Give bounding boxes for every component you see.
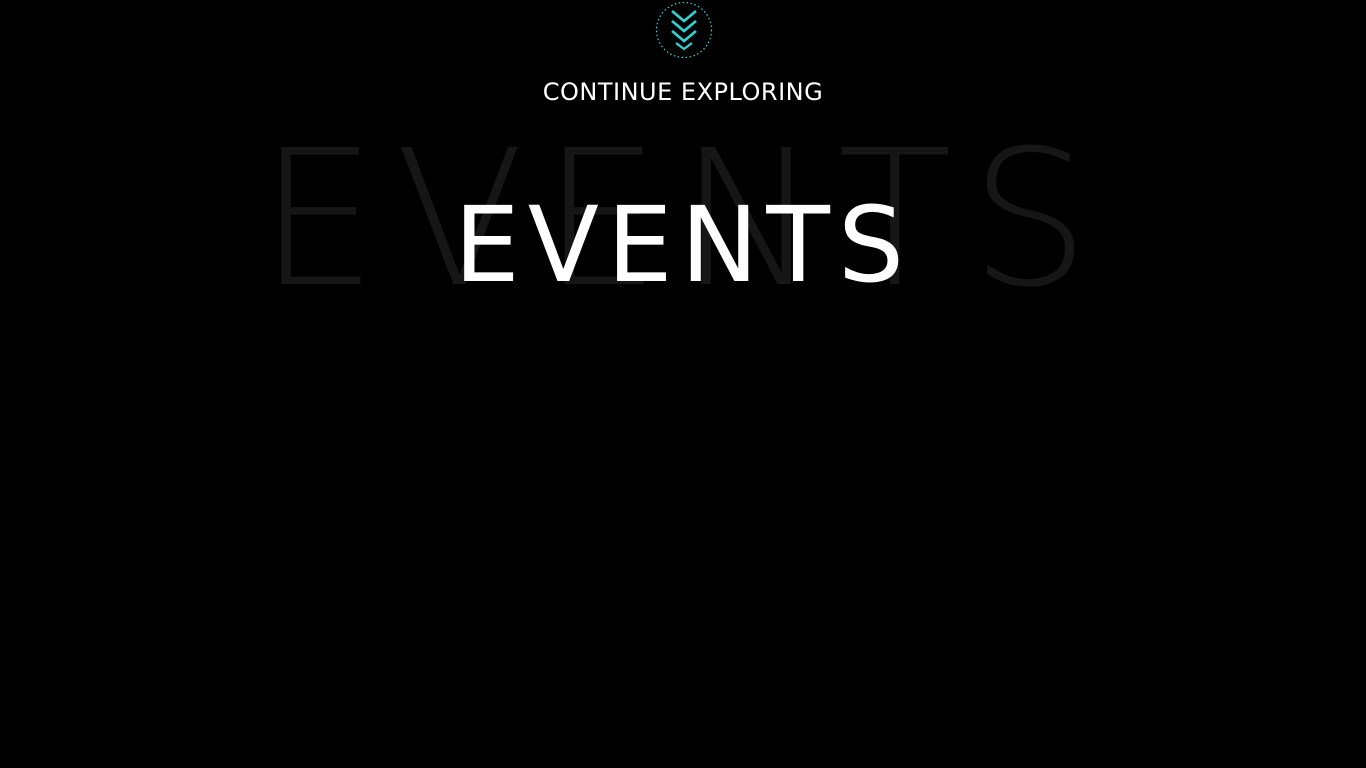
scroll-cta: CONTINUE EXPLORING [0,0,1366,120]
continue-exploring-link[interactable]: CONTINUE EXPLORING [0,76,1366,108]
events-section: EVENTS EVENTS [0,126,1366,320]
events-heading: EVENTS [454,184,912,306]
chevrons-down-icon[interactable] [655,1,713,59]
